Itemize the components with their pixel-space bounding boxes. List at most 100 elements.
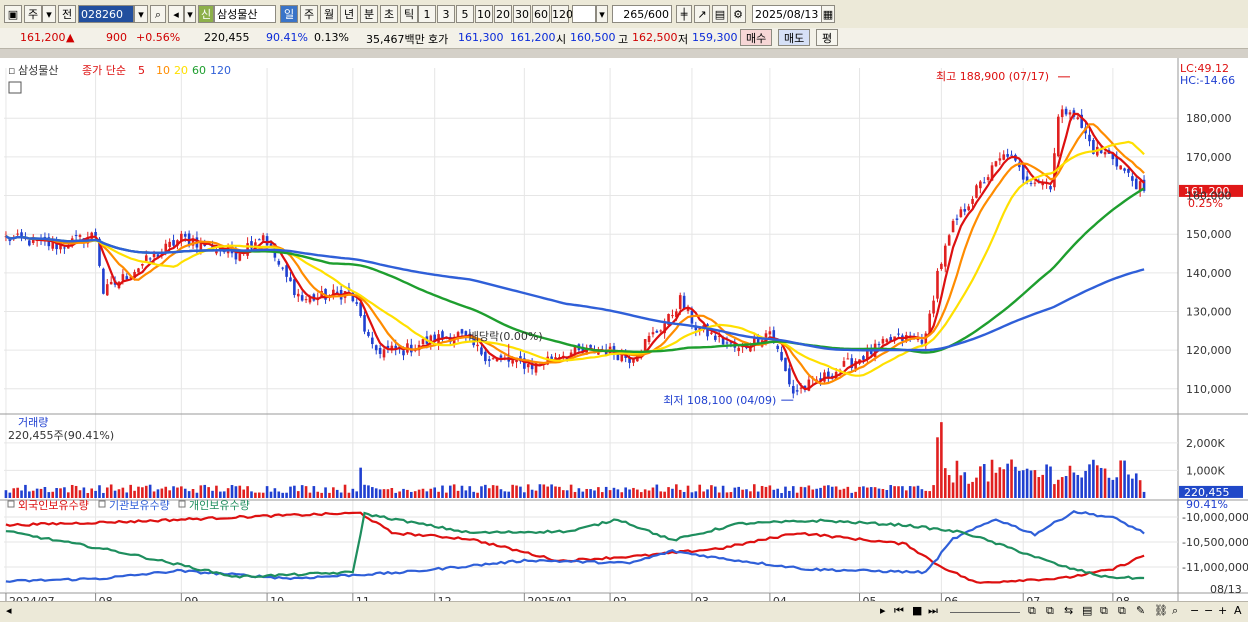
volume-bar [694,491,698,498]
mode-jeon-button[interactable]: 전 [58,5,76,23]
volume-bar [979,466,982,498]
skip-back-icon[interactable]: ⏮ [894,604,904,618]
volume-bar [776,488,779,498]
volume-bar [990,459,994,498]
volume-bar [947,475,951,498]
search-icon[interactable]: ⌕ [150,5,166,23]
volume-bar [706,489,709,498]
calendar-icon[interactable]: ▦ [821,5,835,23]
volume-bar [936,437,939,498]
scroll-right-icon[interactable]: ▸ [880,604,886,617]
volume-pane-subtitle: 220,455주(90.41%) [8,429,114,442]
volume-bar [827,485,830,498]
volume-bar [1095,465,1099,498]
candle-type-icon[interactable]: ╪ [676,5,692,23]
candle-body [355,302,359,304]
toggle-icon[interactable]: − [1204,604,1213,617]
candle-body [296,293,300,297]
zoom-search-icon[interactable]: ⌕ [1172,604,1178,618]
buy-button[interactable]: 매수 [740,29,773,46]
volume-bar [332,487,335,498]
date-field[interactable]: 2025/08/13 [752,5,822,23]
open-label: 시 [556,33,567,46]
volume-bar [51,491,55,498]
volume-bar [737,486,740,498]
interval-tab-20[interactable]: 20 [494,5,512,23]
link-icon[interactable]: ⛓ [1154,604,1168,617]
interval-dropdown-icon[interactable]: ▾ [596,5,608,23]
interval-tab-30[interactable]: 30 [513,5,531,23]
candle-body [511,360,514,364]
candle-body [371,337,374,345]
volume-bar [729,492,733,498]
scroll-left-icon[interactable]: ◂ [6,604,12,617]
gear-icon[interactable]: ⚙ [730,5,746,23]
skip-forward-icon[interactable]: ⏭ [928,604,938,618]
volume-bar [1010,459,1013,498]
count-field[interactable]: 265/600 [612,5,672,23]
price-tick-label: 170,000 [1186,151,1232,164]
volume-bar [456,490,460,498]
volume-bar [1138,480,1142,498]
interval-tab-1[interactable]: 1 [418,5,436,23]
chart-type-icon[interactable]: ⧉ [1118,604,1126,618]
stock-chart[interactable]: 5 10 20 60 120161,2000.25%최고 188,900 (07/17)… [0,48,1248,621]
period-tab-4[interactable]: 분 [360,5,378,23]
period-tab-1[interactable]: 주 [300,5,318,23]
eval-button[interactable]: 평 [816,29,839,46]
volume-bar [133,490,136,498]
candle-body [951,220,955,233]
speaker-dropdown-icon[interactable]: ▾ [184,5,196,23]
interval-tab-10[interactable]: 10 [475,5,493,23]
sell-button[interactable]: 매도 [778,29,811,46]
stock-name-field[interactable]: 삼성물산 [214,5,276,23]
candle-body [982,182,986,184]
layout-icon[interactable]: ⧉ [1028,604,1036,618]
interval-tab-3[interactable]: 3 [437,5,455,23]
volume-bar [678,489,682,498]
price-change: 900 [106,31,127,44]
font-size-icon[interactable]: A [1234,604,1242,617]
volume-bar [480,486,483,498]
zoom-in-icon[interactable]: + [1218,604,1227,617]
candle-body [484,351,487,362]
volume-bar [850,492,854,498]
quote-bar: 161,200 ▲ 900 +0.56% 220,455 90.41% 0.13… [0,28,1248,49]
compare-icon[interactable]: ⇆ [1064,604,1073,617]
speaker-icon[interactable]: ◂ [168,5,184,23]
candle-body [791,386,795,394]
interval-input[interactable] [572,5,596,23]
volume-bar [402,488,405,498]
volume-bar [636,489,639,498]
stock-code-input[interactable]: 028260 [78,5,134,23]
interval-tab-5[interactable]: 5 [456,5,474,23]
volume-bar [846,486,850,498]
line-tool-icon[interactable]: ↗ [694,5,710,23]
period-tab-0[interactable]: 일 [280,5,298,23]
mode-dropdown-icon[interactable]: ▾ [42,5,56,23]
table-icon[interactable]: ▤ [1082,604,1092,617]
period-tab-3[interactable]: 년 [340,5,358,23]
candle-body [940,263,943,270]
pen-icon[interactable]: ✎ [1136,604,1145,617]
zoom-out-icon[interactable]: − [1190,604,1199,617]
interval-tab-120[interactable]: 120 [551,5,573,23]
volume-bar [608,490,612,498]
period-tab-2[interactable]: 월 [320,5,338,23]
period-tab-6[interactable]: 틱 [400,5,418,23]
period-tab-5[interactable]: 초 [380,5,398,23]
interval-tab-60[interactable]: 60 [532,5,550,23]
window-icon[interactable]: ▣ [4,5,22,23]
indicator-icon[interactable]: ⧉ [1100,604,1108,618]
volume-bar [82,487,86,498]
code-dropdown-icon[interactable]: ▾ [134,5,148,23]
holdings-legend-0: 외국인보유수량 [18,499,89,512]
stop-icon[interactable]: ■ [912,604,922,617]
mode-ju-button[interactable]: 주 [24,5,42,23]
volume-bar [803,487,807,498]
zoom-slider[interactable] [950,604,1020,613]
copy-icon[interactable]: ⧉ [1046,604,1054,618]
save-icon[interactable]: ▤ [712,5,728,23]
volume-bar [959,475,963,498]
volume-bar [573,491,577,498]
